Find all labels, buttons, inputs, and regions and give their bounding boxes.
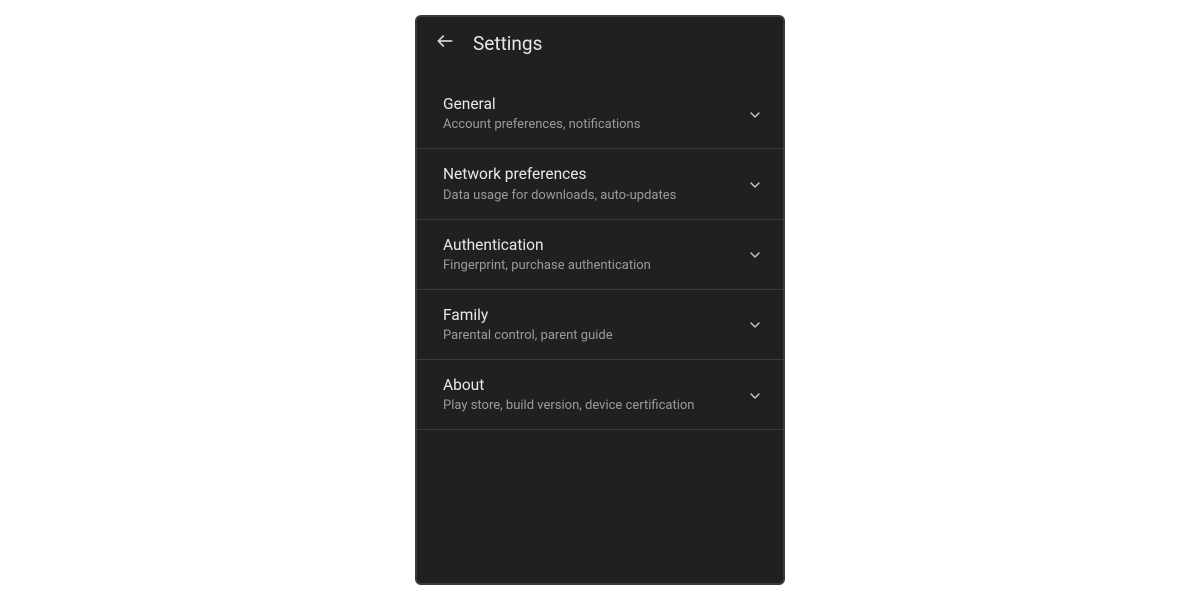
settings-item-text: Family Parental control, parent guide: [443, 306, 735, 345]
page-title: Settings: [473, 32, 542, 55]
settings-item-subtitle: Fingerprint, purchase authentication: [443, 258, 735, 275]
settings-item-title: General: [443, 95, 735, 114]
settings-item-title: Family: [443, 306, 735, 325]
settings-item-title: Authentication: [443, 236, 735, 255]
settings-item-text: Authentication Fingerprint, purchase aut…: [443, 236, 735, 275]
settings-item-subtitle: Parental control, parent guide: [443, 328, 735, 345]
settings-item-subtitle: Data usage for downloads, auto-updates: [443, 188, 735, 205]
settings-item-text: General Account preferences, notificatio…: [443, 95, 735, 134]
settings-item-text: Network preferences Data usage for downl…: [443, 165, 735, 204]
chevron-down-icon: [745, 105, 765, 125]
chevron-down-icon: [745, 386, 765, 406]
settings-item-subtitle: Account preferences, notifications: [443, 117, 735, 134]
chevron-down-icon: [745, 245, 765, 265]
app-bar: Settings: [417, 17, 783, 67]
settings-item-title: Network preferences: [443, 165, 735, 184]
arrow-left-icon: [435, 31, 455, 55]
chevron-down-icon: [745, 315, 765, 335]
settings-item-family[interactable]: Family Parental control, parent guide: [417, 290, 783, 360]
settings-list: General Account preferences, notificatio…: [417, 67, 783, 583]
settings-item-general[interactable]: General Account preferences, notificatio…: [417, 79, 783, 149]
settings-item-about[interactable]: About Play store, build version, device …: [417, 360, 783, 430]
chevron-down-icon: [745, 175, 765, 195]
settings-item-network[interactable]: Network preferences Data usage for downl…: [417, 149, 783, 219]
settings-item-authentication[interactable]: Authentication Fingerprint, purchase aut…: [417, 220, 783, 290]
settings-screen: Settings General Account preferences, no…: [415, 15, 785, 585]
settings-item-subtitle: Play store, build version, device certif…: [443, 398, 735, 415]
back-button[interactable]: [431, 29, 459, 57]
settings-item-title: About: [443, 376, 735, 395]
settings-item-text: About Play store, build version, device …: [443, 376, 735, 415]
